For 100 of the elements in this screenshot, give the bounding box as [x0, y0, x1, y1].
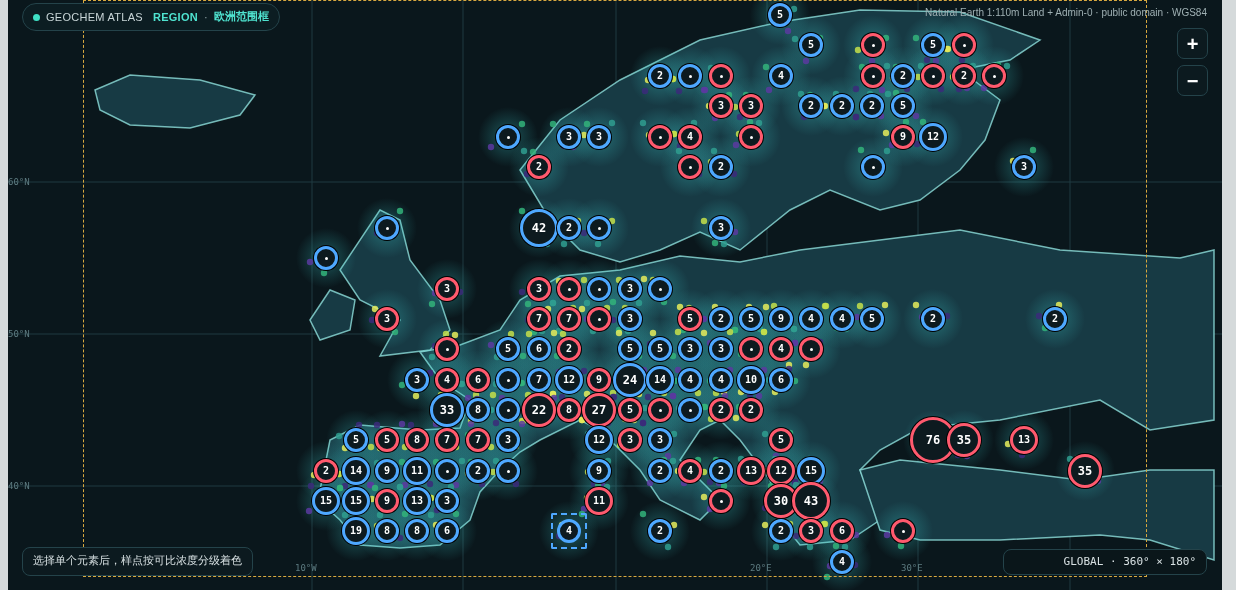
cluster-marker[interactable]: 5	[618, 337, 642, 361]
cluster-marker[interactable]: 2	[709, 307, 733, 331]
cluster-marker[interactable]: 8	[466, 398, 490, 422]
cluster-marker[interactable]	[314, 246, 338, 270]
cluster-marker[interactable]	[678, 155, 702, 179]
cluster-marker[interactable]	[375, 216, 399, 240]
cluster-marker[interactable]: 6	[769, 368, 793, 392]
cluster-marker[interactable]: 5	[860, 307, 884, 331]
cluster-marker[interactable]: 5	[768, 3, 792, 27]
cluster-marker[interactable]: 2	[527, 155, 551, 179]
cluster-marker[interactable]: 3	[375, 307, 399, 331]
cluster-marker[interactable]	[739, 337, 763, 361]
cluster-marker[interactable]: 3	[618, 307, 642, 331]
cluster-marker[interactable]	[952, 33, 976, 57]
cluster-marker[interactable]: 3	[739, 94, 763, 118]
cluster-marker[interactable]: 2	[648, 64, 672, 88]
cluster-marker[interactable]: 2	[921, 307, 945, 331]
cluster-marker[interactable]: 5	[921, 33, 945, 57]
cluster-marker[interactable]: 3	[557, 125, 581, 149]
cluster-marker[interactable]: 2	[830, 94, 854, 118]
cluster-marker[interactable]: 2	[466, 459, 490, 483]
zoom-out-button[interactable]: −	[1177, 65, 1208, 96]
cluster-marker[interactable]: 9	[769, 307, 793, 331]
cluster-marker[interactable]: 7	[557, 307, 581, 331]
cluster-marker[interactable]	[861, 155, 885, 179]
cluster-marker[interactable]: 7	[527, 307, 551, 331]
cluster-marker[interactable]: 4	[799, 307, 823, 331]
cluster-marker[interactable]: 3	[648, 428, 672, 452]
cluster-marker[interactable]	[648, 125, 672, 149]
cluster-marker[interactable]: 4	[678, 368, 702, 392]
cluster-marker[interactable]: 4	[769, 64, 793, 88]
cluster-marker[interactable]: 2	[557, 216, 581, 240]
cluster-marker[interactable]	[587, 277, 611, 301]
cluster-marker[interactable]: 4	[435, 368, 459, 392]
cluster-marker[interactable]: 2	[648, 519, 672, 543]
cluster-marker[interactable]: 2	[860, 94, 884, 118]
cluster-marker[interactable]	[648, 398, 672, 422]
cluster-marker[interactable]	[861, 33, 885, 57]
cluster-marker[interactable]: 8	[375, 519, 399, 543]
cluster-marker[interactable]: 2	[1043, 307, 1067, 331]
cluster-marker[interactable]	[921, 64, 945, 88]
cluster-marker[interactable]: 8	[405, 519, 429, 543]
cluster-marker[interactable]: 5	[618, 398, 642, 422]
cluster-marker[interactable]: 8	[405, 428, 429, 452]
cluster-marker[interactable]	[587, 216, 611, 240]
cluster-marker[interactable]: 2	[648, 459, 672, 483]
cluster-marker[interactable]	[861, 64, 885, 88]
cluster-marker[interactable]: 3	[618, 277, 642, 301]
cluster-marker[interactable]	[739, 125, 763, 149]
cluster-marker[interactable]	[496, 125, 520, 149]
cluster-marker[interactable]: 8	[557, 398, 581, 422]
cluster-marker[interactable]: 3	[709, 94, 733, 118]
cluster-marker[interactable]: 3	[587, 125, 611, 149]
cluster-marker[interactable]	[557, 277, 581, 301]
cluster-marker[interactable]: 9	[587, 459, 611, 483]
cluster-marker[interactable]: 3	[799, 519, 823, 543]
zoom-in-button[interactable]: +	[1177, 28, 1208, 59]
cluster-marker[interactable]	[678, 64, 702, 88]
cluster-marker[interactable]: 3	[435, 489, 459, 513]
cluster-marker[interactable]: 3	[709, 337, 733, 361]
cluster-marker[interactable]	[799, 337, 823, 361]
cluster-marker[interactable]: 2	[891, 64, 915, 88]
cluster-marker[interactable]: 5	[375, 428, 399, 452]
cluster-marker[interactable]: 3	[435, 277, 459, 301]
cluster-marker[interactable]	[496, 398, 520, 422]
cluster-marker[interactable]: 5	[678, 307, 702, 331]
cluster-marker[interactable]: 9	[375, 459, 399, 483]
cluster-marker[interactable]: 2	[799, 94, 823, 118]
cluster-marker[interactable]: 3	[527, 277, 551, 301]
cluster-marker[interactable]	[435, 459, 459, 483]
cluster-marker[interactable]: 3	[1012, 155, 1036, 179]
cluster-marker[interactable]: 2	[709, 155, 733, 179]
cluster-marker[interactable]: 7	[435, 428, 459, 452]
cluster-marker[interactable]: 9	[587, 368, 611, 392]
cluster-marker[interactable]: 4	[709, 368, 733, 392]
cluster-marker[interactable]: 7	[527, 368, 551, 392]
cluster-marker[interactable]: 2	[314, 459, 338, 483]
cluster-marker[interactable]: 4	[830, 307, 854, 331]
cluster-marker[interactable]	[648, 277, 672, 301]
cluster-marker[interactable]: 6	[435, 519, 459, 543]
cluster-marker[interactable]: 6	[466, 368, 490, 392]
cluster-marker[interactable]: 3	[678, 337, 702, 361]
cluster-marker[interactable]: 5	[344, 428, 368, 452]
cluster-marker[interactable]	[678, 398, 702, 422]
cluster-marker[interactable]: 7	[466, 428, 490, 452]
cluster-marker[interactable]	[891, 519, 915, 543]
cluster-marker[interactable]: 5	[799, 33, 823, 57]
cluster-marker[interactable]: 5	[496, 337, 520, 361]
cluster-marker[interactable]	[496, 459, 520, 483]
cluster-marker[interactable]: 3	[496, 428, 520, 452]
cluster-marker[interactable]	[982, 64, 1006, 88]
cluster-marker[interactable]: 5	[891, 94, 915, 118]
cluster-marker[interactable]: 9	[891, 125, 915, 149]
cluster-marker[interactable]	[435, 337, 459, 361]
cluster-marker[interactable]: 4	[678, 459, 702, 483]
cluster-marker[interactable]: 2	[952, 64, 976, 88]
cluster-marker[interactable]: 6	[527, 337, 551, 361]
cluster-marker[interactable]: 2	[769, 519, 793, 543]
cluster-marker[interactable]: 11	[585, 487, 613, 515]
cluster-marker[interactable]	[709, 64, 733, 88]
